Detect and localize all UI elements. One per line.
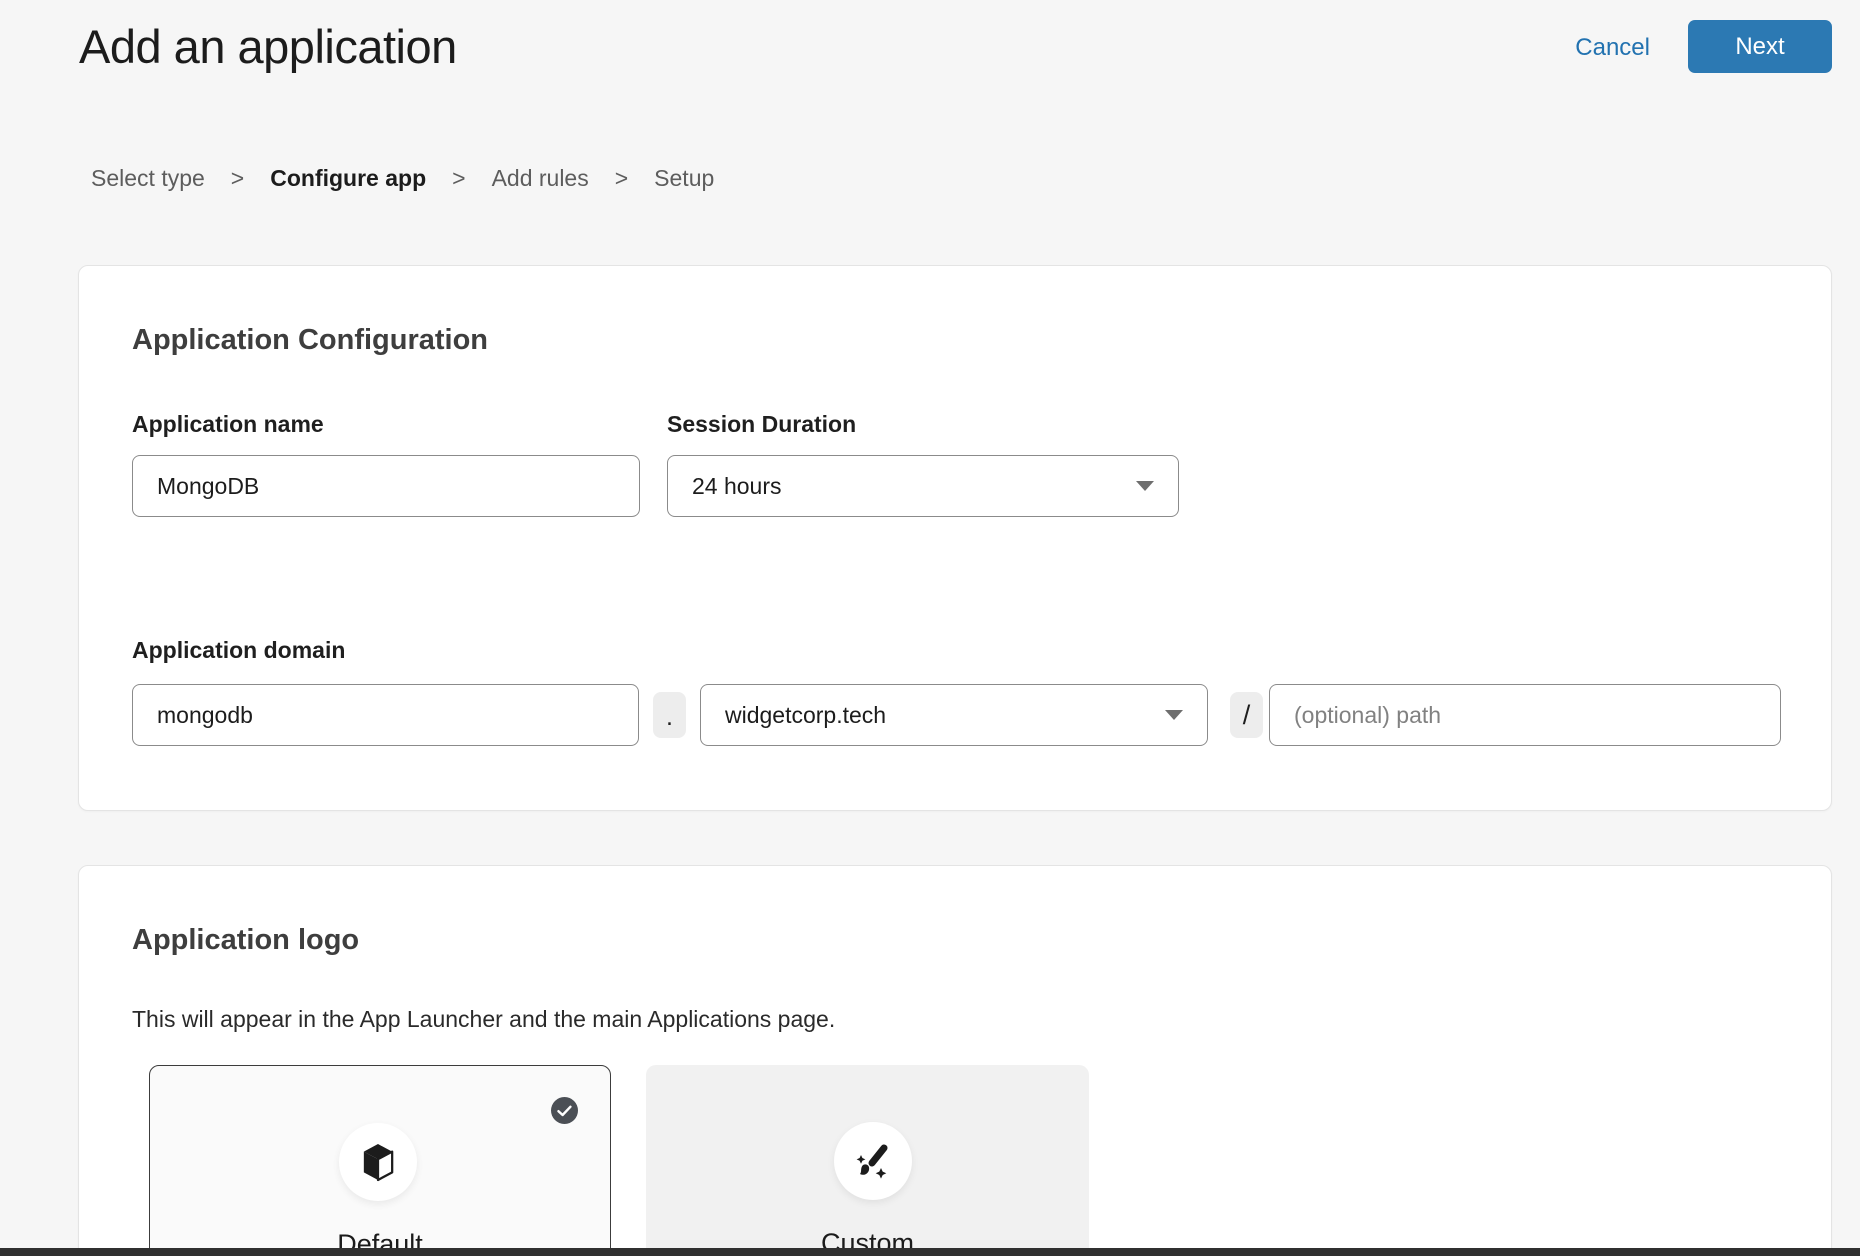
breadcrumb-separator: > bbox=[615, 165, 628, 192]
application-name-label: Application name bbox=[132, 411, 324, 438]
application-domain-label: Application domain bbox=[132, 637, 345, 664]
session-duration-select[interactable]: 24 hours bbox=[667, 455, 1179, 517]
logo-card-description: This will appear in the App Launcher and… bbox=[132, 1006, 835, 1033]
page-title: Add an application bbox=[79, 16, 457, 78]
logo-card-title: Application logo bbox=[132, 924, 359, 957]
session-duration-label: Session Duration bbox=[667, 411, 856, 438]
screen-bottom-edge bbox=[0, 1248, 1860, 1256]
breadcrumb-step-add-rules: Add rules bbox=[492, 165, 589, 192]
domain-select[interactable]: widgetcorp.tech bbox=[700, 684, 1208, 746]
application-name-input[interactable] bbox=[132, 455, 640, 517]
application-logo-card: Application logo This will appear in the… bbox=[78, 865, 1832, 1256]
breadcrumb-separator: > bbox=[452, 165, 465, 192]
cancel-button[interactable]: Cancel bbox=[1575, 30, 1650, 66]
chevron-down-icon bbox=[1165, 710, 1183, 720]
cube-icon bbox=[361, 1142, 395, 1182]
logo-option-default[interactable]: Default bbox=[149, 1065, 611, 1256]
subdomain-input[interactable] bbox=[132, 684, 639, 746]
chevron-down-icon bbox=[1136, 481, 1154, 491]
domain-select-value: widgetcorp.tech bbox=[725, 702, 886, 729]
paintbrush-icon bbox=[853, 1141, 893, 1181]
breadcrumb: Select type > Configure app > Add rules … bbox=[91, 165, 714, 192]
application-configuration-card: Application Configuration Application na… bbox=[78, 265, 1832, 811]
path-input[interactable] bbox=[1269, 684, 1781, 746]
add-application-page: Add an application Cancel Next Select ty… bbox=[0, 0, 1860, 1256]
logo-options: Default Custom bbox=[149, 1065, 1249, 1256]
breadcrumb-step-setup: Setup bbox=[654, 165, 714, 192]
check-icon bbox=[551, 1097, 578, 1124]
session-duration-value: 24 hours bbox=[692, 473, 782, 500]
domain-dot-separator: . bbox=[653, 692, 686, 738]
logo-option-custom[interactable]: Custom bbox=[646, 1065, 1089, 1256]
next-button[interactable]: Next bbox=[1688, 20, 1832, 73]
default-logo-circle bbox=[339, 1123, 417, 1201]
custom-logo-circle bbox=[834, 1122, 912, 1200]
path-slash-separator: / bbox=[1230, 692, 1263, 738]
breadcrumb-step-configure-app[interactable]: Configure app bbox=[270, 165, 426, 192]
configuration-card-title: Application Configuration bbox=[132, 324, 488, 357]
breadcrumb-step-select-type[interactable]: Select type bbox=[91, 165, 205, 192]
breadcrumb-separator: > bbox=[231, 165, 244, 192]
